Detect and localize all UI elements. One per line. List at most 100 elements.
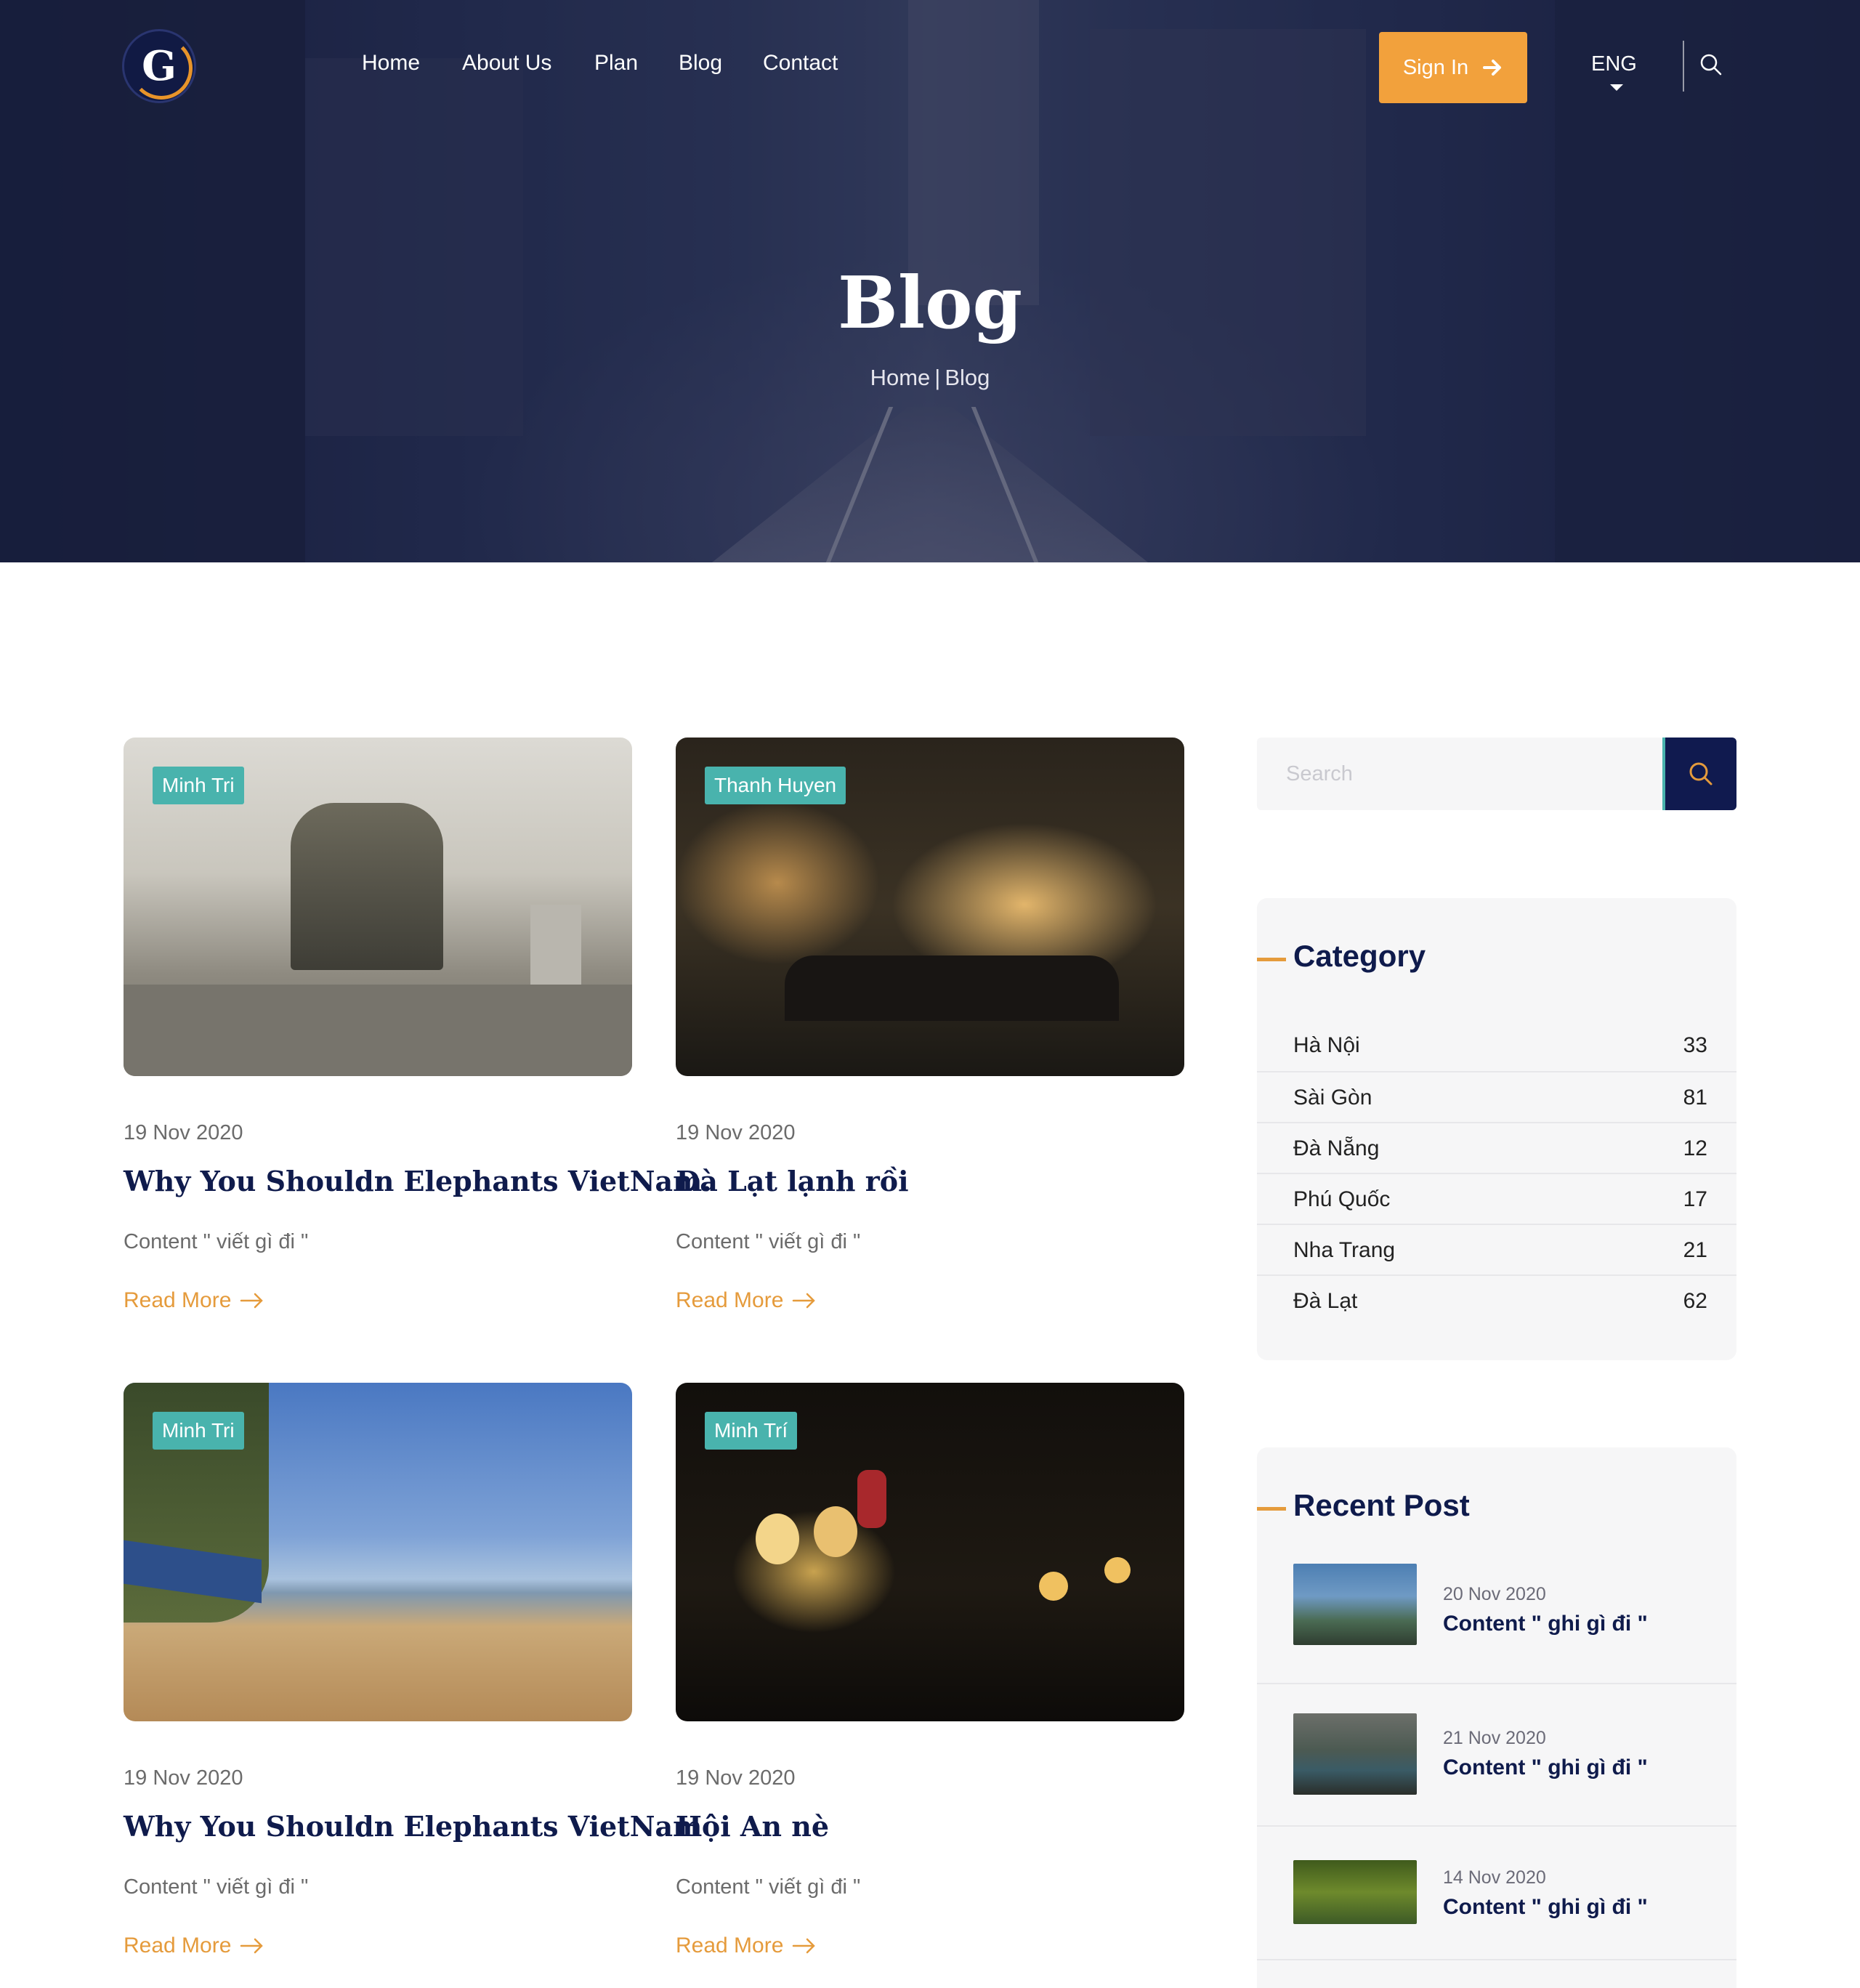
title-accent	[1257, 1507, 1286, 1511]
category-title: Category	[1293, 939, 1426, 973]
nav-plan[interactable]: Plan	[594, 51, 638, 76]
category-count: 17	[1683, 1187, 1707, 1211]
post-excerpt: Content " viết gì đi "	[676, 1230, 861, 1253]
category-name: Nha Trang	[1293, 1238, 1396, 1262]
read-more-link[interactable]: Read More	[676, 1288, 817, 1313]
read-more-label: Read More	[124, 1288, 232, 1312]
post-image[interactable]: Minh Trí	[676, 1383, 1184, 1721]
nav-about-us[interactable]: About Us	[462, 51, 551, 76]
tower-shape	[530, 905, 581, 985]
category-count: 12	[1683, 1136, 1707, 1160]
lantern-shape	[857, 1470, 886, 1528]
category-item[interactable]: Đà Lạt 62	[1257, 1274, 1736, 1325]
lantern-shape	[1104, 1557, 1131, 1583]
arrow-right-icon	[793, 1938, 816, 1954]
category-item[interactable]: Hà Nội 33	[1257, 1020, 1736, 1071]
post-image[interactable]: Thanh Huyen	[676, 738, 1184, 1076]
recent-post-title: Recent Post	[1293, 1488, 1470, 1522]
author-badge[interactable]: Minh Trí	[705, 1412, 798, 1450]
sign-in-button[interactable]: Sign In	[1379, 32, 1527, 103]
post-image[interactable]: Minh Tri	[124, 738, 632, 1076]
post-date: 19 Nov 2020	[676, 1766, 796, 1790]
lantern-shape	[814, 1506, 857, 1557]
post-title[interactable]: Why You Shouldn Elephants VietNam	[124, 1810, 702, 1843]
recent-post-date: 20 Nov 2020	[1443, 1584, 1546, 1604]
read-more-link[interactable]: Read More	[124, 1288, 264, 1313]
category-count: 81	[1683, 1086, 1707, 1110]
recent-post-date: 14 Nov 2020	[1443, 1867, 1546, 1888]
post-excerpt: Content " viết gì đi "	[124, 1875, 309, 1899]
lantern-shape	[756, 1514, 799, 1564]
language-selector[interactable]: ENG	[1591, 52, 1637, 76]
search-icon[interactable]	[1697, 51, 1726, 80]
category-item[interactable]: Nha Trang 21	[1257, 1224, 1736, 1274]
crowd-shape	[785, 955, 1119, 1021]
post-image[interactable]: Minh Tri	[124, 1383, 632, 1721]
category-count: 62	[1683, 1289, 1707, 1313]
recent-post-item[interactable]: 14 Nov 2020 Content " ghi gì đi "	[1257, 1825, 1736, 1959]
read-more-link[interactable]: Read More	[124, 1934, 264, 1958]
sign-in-label: Sign In	[1402, 55, 1469, 79]
title-accent	[1257, 958, 1286, 961]
recent-post-item[interactable]	[1257, 1959, 1736, 1988]
recent-post-item[interactable]: 20 Nov 2020 Content " ghi gì đi "	[1257, 1564, 1736, 1683]
logo-letter: G	[142, 42, 177, 90]
hero-banner: G Home About Us Plan Blog Contact Sign I…	[0, 0, 1860, 562]
category-panel: Category Hà Nội 33 Sài Gòn 81 Đà Nẵng 12…	[1257, 898, 1736, 1360]
chevron-down-icon[interactable]	[1610, 84, 1623, 91]
nav-blog[interactable]: Blog	[679, 51, 722, 76]
breadcrumb-home[interactable]: Home	[870, 365, 931, 390]
post-title[interactable]: Why You Shouldn Elephants VietNam.	[124, 1165, 712, 1197]
recent-post-date: 21 Nov 2020	[1443, 1728, 1546, 1748]
recent-post-image	[1293, 1860, 1417, 1924]
page-title: Blog	[838, 262, 1022, 345]
site-logo[interactable]: G	[122, 29, 196, 103]
breadcrumb: Home | Blog	[0, 365, 1860, 391]
recent-post-item[interactable]: 21 Nov 2020 Content " ghi gì đi "	[1257, 1683, 1736, 1825]
post-excerpt: Content " viết gì đi "	[124, 1230, 309, 1253]
post-excerpt: Content " viết gì đi "	[676, 1875, 861, 1899]
nav-contact[interactable]: Contact	[763, 51, 838, 76]
recent-post-panel: Recent Post 20 Nov 2020 Content " ghi gì…	[1257, 1447, 1736, 1988]
breadcrumb-current: Blog	[945, 365, 990, 390]
recent-post-image	[1293, 1564, 1417, 1645]
nav-home[interactable]: Home	[362, 51, 420, 76]
post-title[interactable]: Hội An nè	[676, 1810, 1228, 1843]
search-input[interactable]	[1257, 738, 1664, 810]
category-item[interactable]: Phú Quốc 17	[1257, 1173, 1736, 1224]
category-item[interactable]: Đà Nẵng 12	[1257, 1122, 1736, 1173]
read-more-label: Read More	[676, 1288, 784, 1312]
arrow-right-icon	[1483, 60, 1502, 76]
search-icon	[1689, 762, 1713, 785]
category-name: Đà Nẵng	[1293, 1136, 1380, 1160]
category-count: 21	[1683, 1238, 1707, 1262]
category-item[interactable]: Sài Gòn 81	[1257, 1071, 1736, 1122]
category-name: Phú Quốc	[1293, 1187, 1391, 1211]
category-list: Hà Nội 33 Sài Gòn 81 Đà Nẵng 12 Phú Quốc…	[1257, 1020, 1736, 1325]
category-count: 33	[1683, 1033, 1707, 1057]
arrow-right-icon	[240, 1293, 264, 1309]
post-date: 19 Nov 2020	[676, 1121, 796, 1144]
recent-post-heading: Content " ghi gì đi "	[1443, 1612, 1648, 1636]
arrow-right-icon	[240, 1938, 264, 1954]
lantern-shape	[1039, 1572, 1068, 1601]
building-shape	[291, 803, 443, 970]
category-name: Đà Lạt	[1293, 1289, 1358, 1313]
arrow-right-icon	[793, 1293, 816, 1309]
author-badge[interactable]: Thanh Huyen	[705, 767, 846, 804]
nav-divider	[1683, 41, 1684, 92]
read-more-label: Read More	[124, 1934, 232, 1957]
recent-post-heading: Content " ghi gì đi "	[1443, 1895, 1648, 1919]
post-date: 19 Nov 2020	[124, 1766, 243, 1790]
author-badge[interactable]: Minh Tri	[153, 767, 244, 804]
breadcrumb-separator: |	[934, 365, 941, 390]
category-name: Sài Gòn	[1293, 1086, 1372, 1110]
post-title[interactable]: Đà Lạt lạnh rồi	[676, 1165, 1228, 1197]
recent-post-image	[1293, 1713, 1417, 1795]
read-more-label: Read More	[676, 1934, 784, 1957]
search-button[interactable]	[1662, 738, 1736, 810]
category-name: Hà Nội	[1293, 1033, 1360, 1057]
read-more-link[interactable]: Read More	[676, 1934, 817, 1958]
author-badge[interactable]: Minh Tri	[153, 1412, 244, 1450]
street-shape	[124, 985, 632, 1076]
